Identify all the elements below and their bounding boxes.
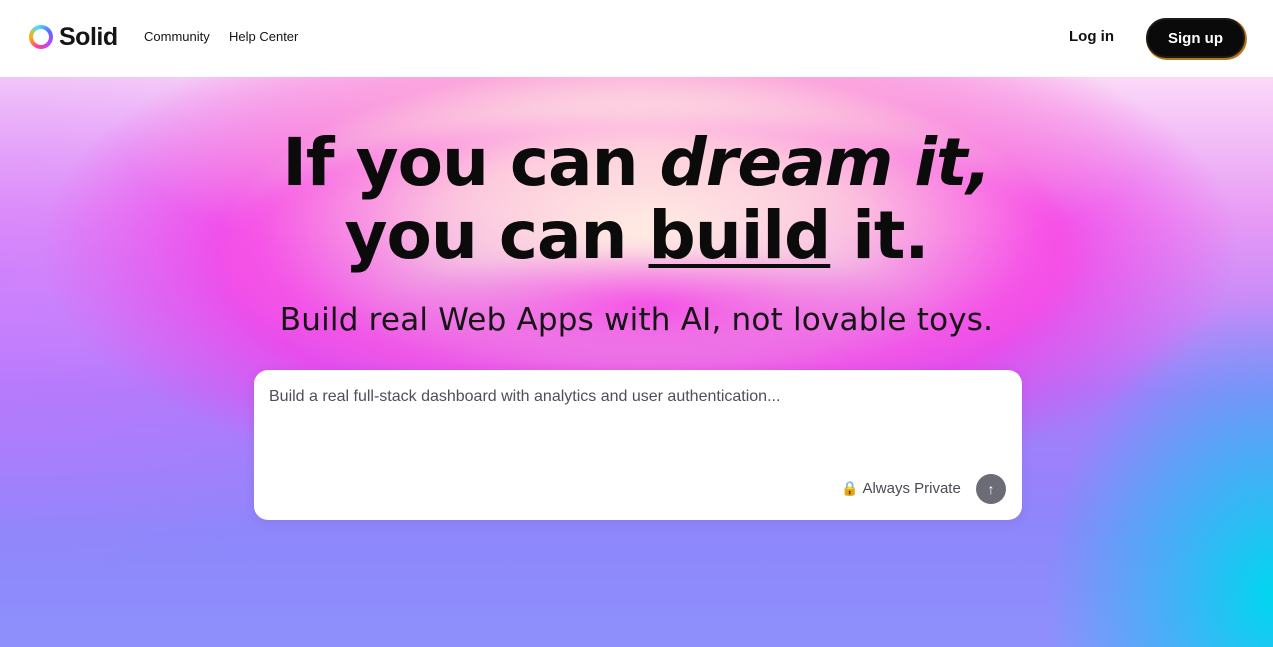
always-private-label: Always Private bbox=[862, 480, 961, 497]
always-private-indicator: 🔒 Always Private bbox=[841, 480, 961, 497]
headline-line1-plain: If you can bbox=[282, 124, 660, 201]
lock-icon: 🔒 bbox=[841, 480, 859, 496]
signup-button[interactable]: Sign up bbox=[1146, 18, 1245, 58]
headline-build: build bbox=[648, 197, 831, 274]
arrow-up-icon: ↑ bbox=[987, 481, 995, 497]
send-button[interactable]: ↑ bbox=[976, 474, 1006, 504]
headline-dream-it: dream it, bbox=[659, 124, 992, 201]
logo-text: Solid bbox=[59, 22, 118, 51]
logo[interactable]: Solid bbox=[29, 23, 118, 51]
headline: If you can dream it, you can build it. bbox=[0, 126, 1273, 272]
page: Solid Community Help Center Log in Sign … bbox=[0, 0, 1273, 647]
nav-community-link[interactable]: Community bbox=[144, 29, 210, 44]
prompt-card: 🔒 Always Private ↑ bbox=[254, 370, 1022, 520]
prompt-input[interactable] bbox=[269, 388, 999, 458]
headline-line2-plain: you can bbox=[344, 197, 649, 274]
login-link[interactable]: Log in bbox=[1069, 28, 1114, 45]
headline-line2-end: it. bbox=[830, 197, 929, 274]
nav-help-center-link[interactable]: Help Center bbox=[229, 29, 298, 44]
logo-ring-icon bbox=[29, 25, 53, 49]
subheadline: Build real Web Apps with AI, not lovable… bbox=[279, 302, 994, 338]
header: Solid Community Help Center Log in Sign … bbox=[0, 0, 1273, 77]
